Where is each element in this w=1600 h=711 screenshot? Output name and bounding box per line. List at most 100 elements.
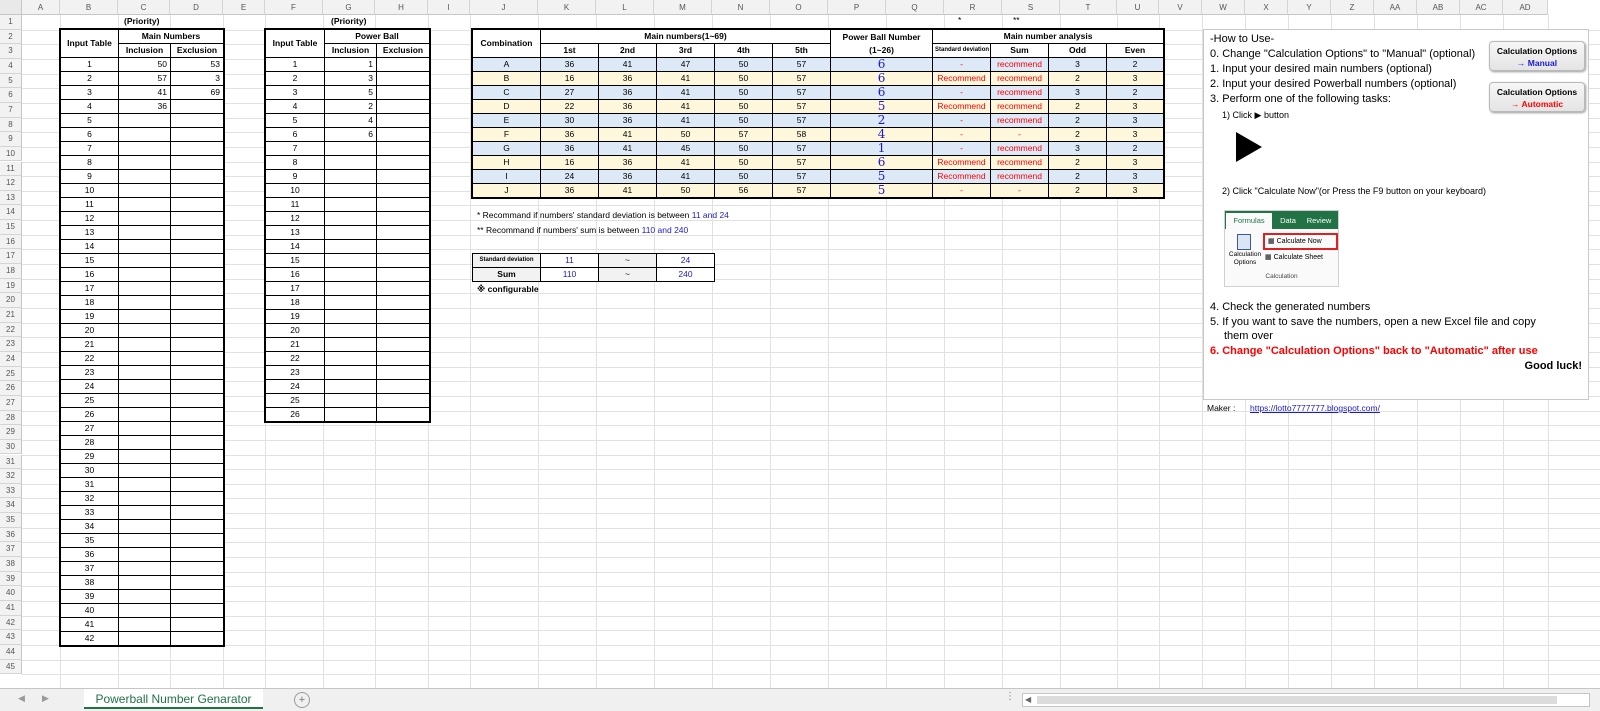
exclusion-cell[interactable] — [169, 463, 225, 478]
exclusion-cell[interactable] — [169, 575, 225, 590]
inclusion-cell[interactable] — [118, 239, 171, 254]
sheet-tab-powerball[interactable]: Powerball Number Genarator — [84, 689, 263, 709]
column-header[interactable]: R — [944, 0, 1002, 15]
scroll-left-icon[interactable]: ◀ — [18, 693, 25, 704]
row-header[interactable]: 10 — [0, 146, 22, 162]
add-sheet-icon[interactable]: + — [294, 692, 310, 708]
inclusion-cell[interactable] — [118, 477, 171, 492]
inclusion-cell[interactable] — [118, 309, 171, 324]
exclusion-cell[interactable] — [169, 477, 225, 492]
column-header[interactable]: M — [654, 0, 712, 15]
row-header[interactable]: 13 — [0, 190, 22, 206]
exclusion-cell[interactable] — [169, 505, 225, 520]
inclusion-cell[interactable] — [324, 239, 377, 254]
inclusion-cell[interactable] — [118, 589, 171, 604]
column-header[interactable]: AD — [1503, 0, 1548, 15]
exclusion-cell[interactable] — [169, 239, 225, 254]
exclusion-cell[interactable] — [169, 519, 225, 534]
exclusion-cell[interactable] — [376, 225, 430, 240]
exclusion-cell[interactable] — [169, 99, 225, 114]
column-header[interactable]: F — [265, 0, 323, 15]
inclusion-cell[interactable] — [324, 365, 377, 380]
exclusion-cell[interactable] — [169, 323, 225, 338]
row-header[interactable]: 15 — [0, 220, 22, 235]
inclusion-cell[interactable] — [118, 351, 171, 366]
inclusion-cell[interactable] — [324, 211, 377, 226]
column-header[interactable]: A — [22, 0, 60, 15]
exclusion-cell[interactable] — [376, 253, 430, 268]
row-header[interactable]: 17 — [0, 249, 22, 265]
exclusion-cell[interactable] — [169, 281, 225, 296]
inclusion-cell[interactable]: 2 — [324, 99, 377, 114]
inclusion-cell[interactable] — [118, 281, 171, 296]
exclusion-cell[interactable] — [376, 141, 430, 156]
config-sd-min[interactable]: 11 — [540, 253, 599, 268]
inclusion-cell[interactable] — [324, 183, 377, 198]
row-header[interactable]: 21 — [0, 308, 22, 323]
scrollbar-left-arrow-icon[interactable]: ◀ — [1023, 694, 1031, 706]
row-header[interactable]: 35 — [0, 513, 22, 528]
exclusion-cell[interactable] — [169, 631, 225, 646]
exclusion-cell[interactable] — [169, 127, 225, 142]
column-header[interactable]: H — [375, 0, 428, 15]
exclusion-cell[interactable]: 69 — [169, 85, 225, 100]
inclusion-cell[interactable] — [118, 435, 171, 450]
row-header[interactable]: 38 — [0, 557, 22, 572]
exclusion-cell[interactable] — [169, 169, 225, 184]
exclusion-cell[interactable] — [169, 141, 225, 156]
exclusion-cell[interactable] — [376, 197, 430, 212]
exclusion-cell[interactable] — [169, 295, 225, 310]
inclusion-cell[interactable] — [118, 407, 171, 422]
inclusion-cell[interactable] — [118, 267, 171, 282]
inclusion-cell[interactable] — [324, 155, 377, 170]
inclusion-cell[interactable]: 3 — [324, 71, 377, 86]
exclusion-cell[interactable] — [376, 337, 430, 352]
horizontal-scrollbar[interactable]: ◀ — [1022, 693, 1590, 707]
exclusion-cell[interactable] — [376, 113, 430, 128]
exclusion-cell[interactable] — [376, 169, 430, 184]
exclusion-cell[interactable] — [169, 561, 225, 576]
row-header[interactable]: 22 — [0, 322, 22, 338]
row-header[interactable]: 39 — [0, 571, 22, 587]
row-header[interactable]: 45 — [0, 659, 22, 675]
exclusion-cell[interactable] — [169, 407, 225, 422]
inclusion-cell[interactable] — [324, 141, 377, 156]
inclusion-cell[interactable] — [118, 463, 171, 478]
exclusion-cell[interactable]: 53 — [169, 57, 225, 72]
row-header[interactable]: 16 — [0, 234, 22, 250]
exclusion-cell[interactable] — [169, 183, 225, 198]
column-header[interactable]: N — [712, 0, 770, 15]
inclusion-cell[interactable]: 6 — [324, 127, 377, 142]
column-header[interactable]: Q — [886, 0, 944, 15]
inclusion-cell[interactable] — [324, 267, 377, 282]
row-header[interactable]: 9 — [0, 132, 22, 147]
inclusion-cell[interactable] — [324, 309, 377, 324]
row-header[interactable]: 1 — [0, 15, 22, 30]
exclusion-cell[interactable] — [376, 211, 430, 226]
column-header[interactable]: G — [323, 0, 375, 15]
exclusion-cell[interactable] — [169, 491, 225, 506]
exclusion-cell[interactable] — [169, 337, 225, 352]
inclusion-cell[interactable]: 36 — [118, 99, 171, 114]
row-header[interactable]: 41 — [0, 601, 22, 616]
inclusion-cell[interactable]: 57 — [118, 71, 171, 86]
inclusion-cell[interactable] — [118, 575, 171, 590]
inclusion-cell[interactable]: 1 — [324, 57, 377, 72]
inclusion-cell[interactable] — [118, 491, 171, 506]
exclusion-cell[interactable] — [376, 183, 430, 198]
inclusion-cell[interactable] — [118, 449, 171, 464]
row-header[interactable]: 25 — [0, 366, 22, 382]
inclusion-cell[interactable] — [324, 379, 377, 394]
inclusion-cell[interactable] — [324, 169, 377, 184]
inclusion-cell[interactable] — [118, 337, 171, 352]
inclusion-cell[interactable] — [118, 127, 171, 142]
inclusion-cell[interactable] — [118, 141, 171, 156]
column-header[interactable]: L — [596, 0, 654, 15]
inclusion-cell[interactable] — [324, 253, 377, 268]
exclusion-cell[interactable] — [169, 393, 225, 408]
row-header[interactable]: 14 — [0, 205, 22, 221]
row-header[interactable]: 42 — [0, 615, 22, 631]
column-header[interactable]: B — [60, 0, 118, 15]
inclusion-cell[interactable] — [118, 603, 171, 618]
inclusion-cell[interactable] — [118, 253, 171, 268]
